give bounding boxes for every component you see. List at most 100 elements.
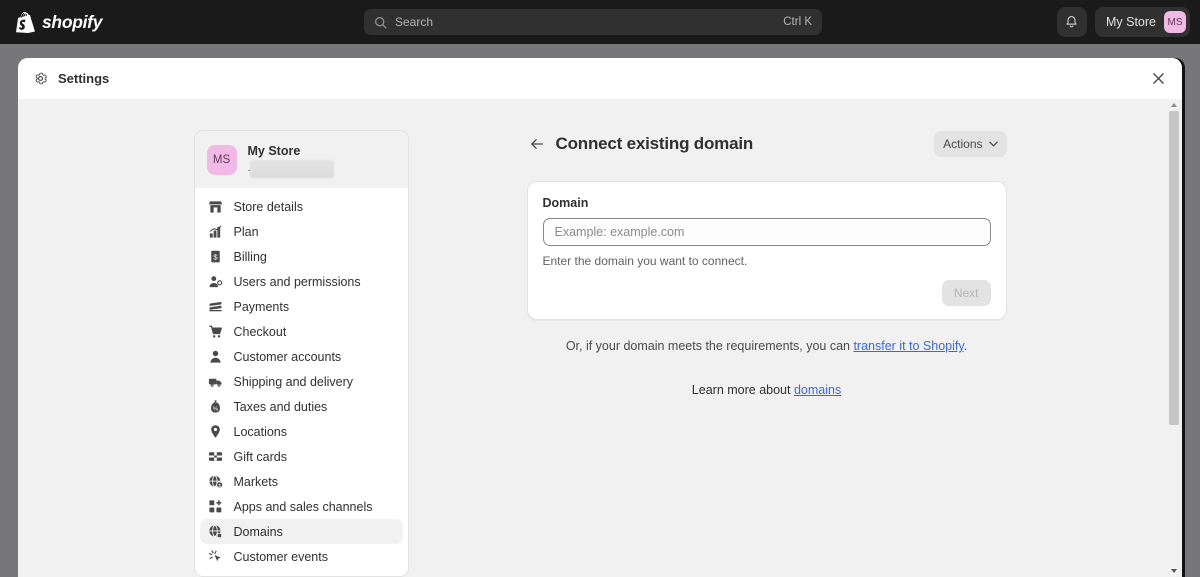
plan-icon: [208, 224, 223, 239]
domain-input[interactable]: [543, 218, 991, 246]
sidebar-item-shipping-and-delivery[interactable]: Shipping and delivery: [200, 369, 403, 394]
domain-helper-text: Enter the domain you want to connect.: [543, 254, 991, 268]
sidebar-item-label: Markets: [234, 475, 278, 489]
transfer-hint: Or, if your domain meets the requirement…: [527, 339, 1007, 353]
sidebar-item-label: Plan: [234, 225, 259, 239]
back-button[interactable]: [527, 134, 547, 154]
store-name: My Store: [248, 144, 330, 160]
close-icon: [1153, 73, 1164, 84]
transfer-to-shopify-link[interactable]: transfer it to Shopify: [853, 339, 963, 353]
sidebar-item-apps-and-sales-channels[interactable]: Apps and sales channels: [200, 494, 403, 519]
page-title: Settings: [58, 71, 109, 86]
sidebar-item-label: Payments: [234, 300, 290, 314]
sidebar-item-label: Users and permissions: [234, 275, 361, 289]
scroll-up-arrow-icon[interactable]: [1170, 101, 1178, 109]
sidebar-item-label: Domains: [234, 525, 283, 539]
payments-icon: [208, 299, 223, 314]
customer-events-icon: [208, 549, 223, 564]
scroll-down-arrow-icon[interactable]: [1170, 567, 1178, 575]
sidebar-item-payments[interactable]: Payments: [200, 294, 403, 319]
actions-label: Actions: [943, 137, 982, 151]
store-chip-label: My Store: [1106, 15, 1156, 29]
domains-help-link[interactable]: domains: [794, 383, 841, 397]
billing-icon: $: [208, 249, 223, 264]
sidebar-item-store-details[interactable]: Store details: [200, 194, 403, 219]
notifications-button[interactable]: [1057, 7, 1087, 37]
sidebar-item-checkout[interactable]: Checkout: [200, 319, 403, 344]
sidebar-item-taxes-and-duties[interactable]: % Taxes and duties: [200, 394, 403, 419]
sidebar-item-label: Apps and sales channels: [234, 500, 373, 514]
sidebar-item-customer-events[interactable]: Customer events: [200, 544, 403, 569]
transfer-hint-prefix: Or, if your domain meets the requirement…: [566, 339, 854, 353]
sidebar-item-label: Customer events: [234, 550, 328, 564]
sidebar-item-plan[interactable]: Plan: [200, 219, 403, 244]
modal-header: Settings: [18, 58, 1182, 99]
sidebar-item-label: Taxes and duties: [234, 400, 328, 414]
bell-icon: [1064, 15, 1079, 30]
sidebar-item-label: Gift cards: [234, 450, 288, 464]
store-icon: [208, 199, 223, 214]
sidebar-item-label: Billing: [234, 250, 267, 264]
sidebar-item-label: Checkout: [234, 325, 287, 339]
chevron-down-icon: [989, 141, 998, 147]
sidebar-item-markets[interactable]: $ Markets: [200, 469, 403, 494]
main-content: Connect existing domain Actions Domain E…: [527, 130, 1007, 397]
avatar: MS: [207, 145, 237, 175]
close-button[interactable]: [1146, 67, 1170, 91]
users-icon: [208, 274, 223, 289]
settings-sidebar: MS My Store .myshopify.com Store details…: [194, 130, 409, 577]
sidebar-item-billing[interactable]: $ Billing: [200, 244, 403, 269]
search-placeholder: Search: [395, 15, 783, 29]
sidebar-item-label: Customer accounts: [234, 350, 342, 364]
person-icon: [208, 349, 223, 364]
gift-card-icon: [208, 449, 223, 464]
location-pin-icon: [208, 424, 223, 439]
sidebar-item-label: Locations: [234, 425, 288, 439]
shopify-logo[interactable]: shopify: [16, 12, 102, 33]
search-shortcut-hint: Ctrl K: [783, 16, 812, 28]
sidebar-item-customer-accounts[interactable]: Customer accounts: [200, 344, 403, 369]
sidebar-item-domains[interactable]: Domains: [200, 519, 403, 544]
svg-text:%: %: [213, 406, 218, 412]
modal-body: MS My Store .myshopify.com Store details…: [18, 99, 1182, 577]
sidebar-item-gift-cards[interactable]: Gift cards: [200, 444, 403, 469]
card-footer: Next: [543, 280, 991, 306]
top-bar-right-cluster: My Store MS: [1057, 7, 1190, 37]
globe-dollar-icon: $: [208, 474, 223, 489]
page-heading: Connect existing domain: [556, 134, 754, 154]
shopify-bag-icon: [16, 12, 35, 33]
domain-field-label: Domain: [543, 196, 991, 210]
top-navigation-bar: shopify Search Ctrl K My Store MS: [0, 0, 1200, 44]
transfer-hint-suffix: .: [964, 339, 967, 353]
apps-icon: [208, 499, 223, 514]
svg-text:$: $: [218, 483, 221, 488]
shopify-wordmark: shopify: [42, 12, 102, 33]
page-header: Connect existing domain Actions: [527, 130, 1007, 158]
back-arrow-icon: [530, 138, 544, 150]
sidebar-item-label: Store details: [234, 200, 303, 214]
sidebar-item-locations[interactable]: Locations: [200, 419, 403, 444]
taxes-icon: %: [208, 399, 223, 414]
avatar: MS: [1164, 11, 1186, 33]
next-button[interactable]: Next: [942, 280, 991, 306]
modal-scrollbar[interactable]: [1168, 101, 1180, 575]
sidebar-nav-list: Store details Plan $ Billing Users and permi…: [195, 188, 408, 577]
cart-icon: [208, 324, 223, 339]
store-account-button[interactable]: My Store MS: [1095, 7, 1190, 37]
settings-modal: Settings MS My Store .myshopify.com Stor…: [18, 58, 1182, 577]
learn-more-prefix: Learn more about: [692, 383, 794, 397]
sidebar-item-label: Shipping and delivery: [234, 375, 354, 389]
domains-globe-icon: [208, 524, 223, 539]
actions-button[interactable]: Actions: [934, 131, 1006, 157]
domain-card: Domain Enter the domain you want to conn…: [527, 181, 1007, 320]
sidebar-item-users-and-permissions[interactable]: Users and permissions: [200, 269, 403, 294]
scrollbar-thumb[interactable]: [1169, 111, 1179, 425]
truck-icon: [208, 374, 223, 389]
sidebar-store-header[interactable]: MS My Store .myshopify.com: [195, 131, 408, 188]
global-search-bar[interactable]: Search Ctrl K: [364, 9, 822, 35]
redaction-block: [250, 160, 334, 178]
gear-icon: [33, 71, 48, 86]
learn-more-line: Learn more about domains: [527, 383, 1007, 397]
modal-header-left: Settings: [33, 71, 109, 86]
search-icon: [374, 16, 387, 29]
